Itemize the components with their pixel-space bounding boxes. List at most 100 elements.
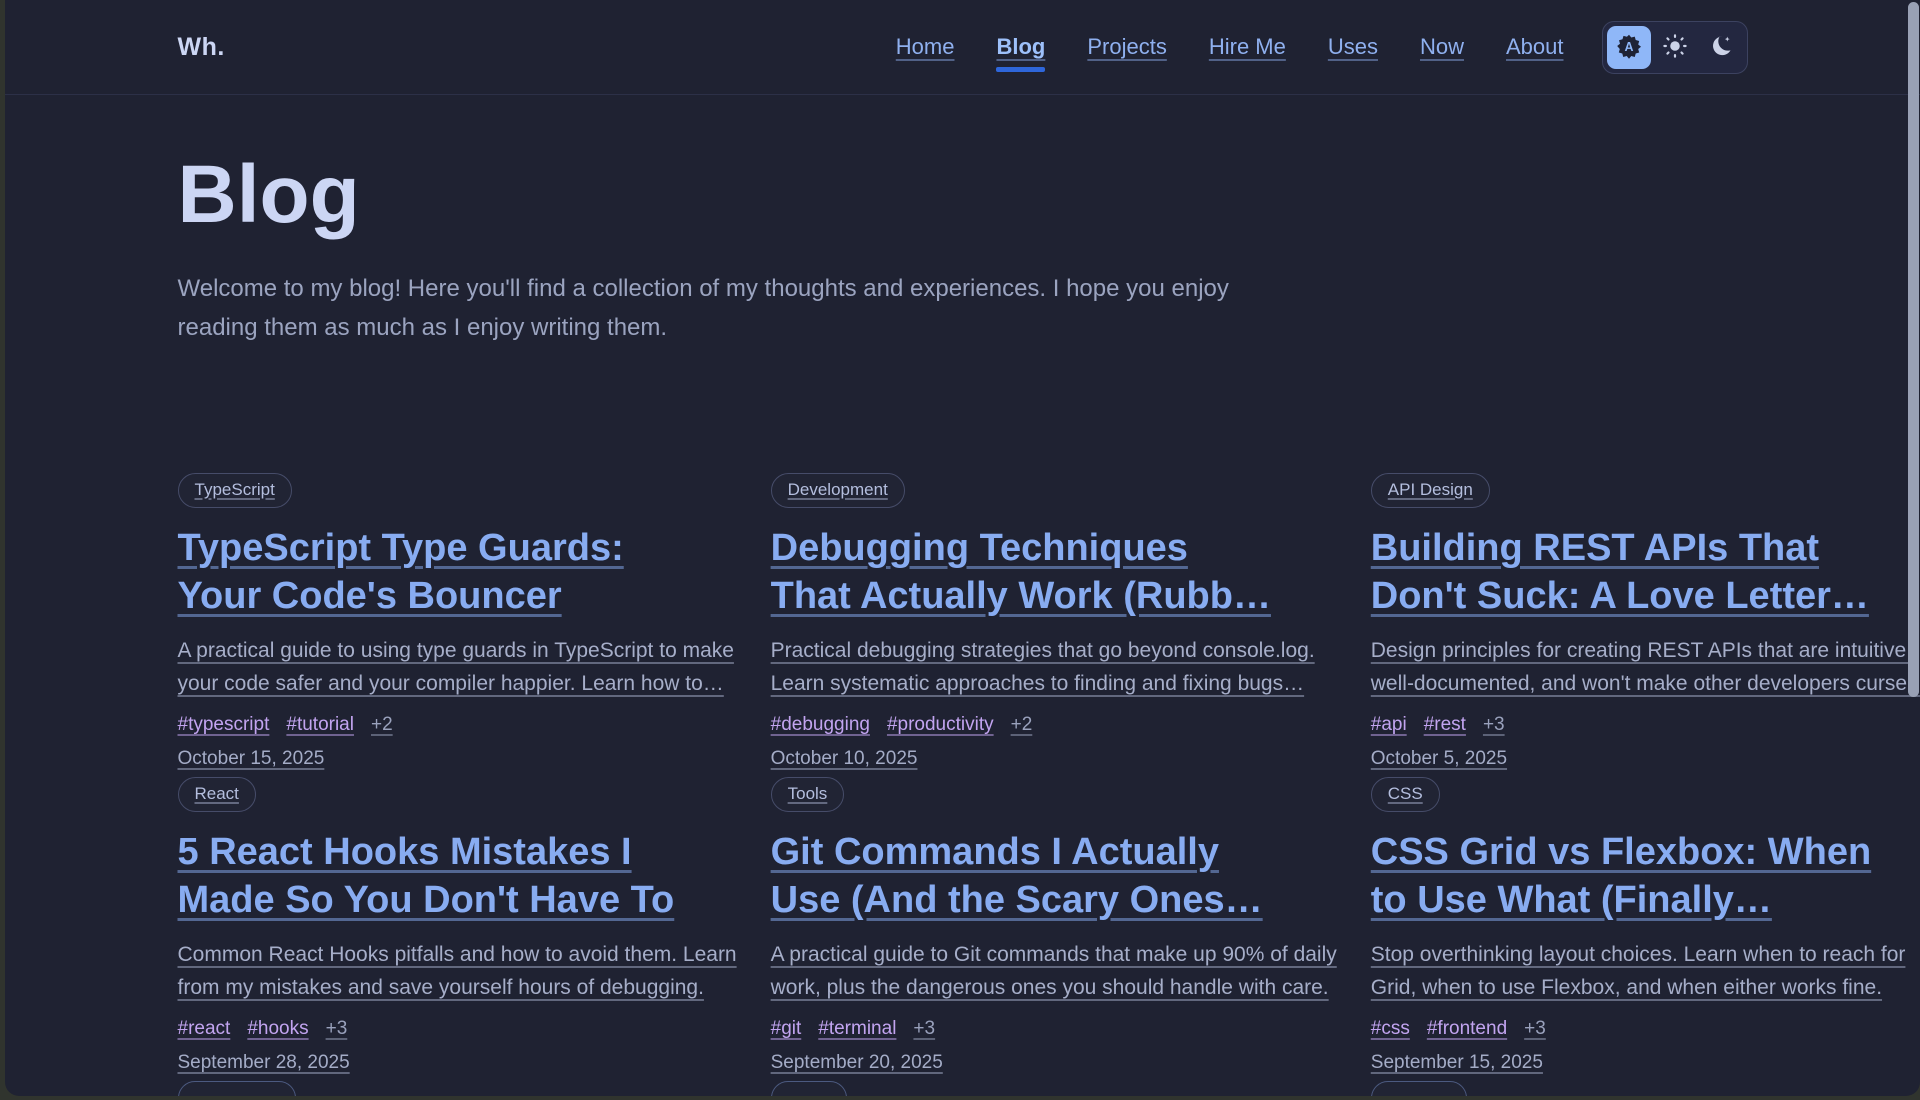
main-nav: Home Blog Projects Hire Me Uses Now Abou… <box>896 34 1564 60</box>
post-tag[interactable]: #git <box>771 1018 802 1040</box>
post-tag[interactable]: #frontend <box>1427 1018 1507 1040</box>
partial-category-badge[interactable] <box>1371 1081 1467 1096</box>
post-tags-more[interactable]: +3 <box>326 1018 348 1040</box>
post-description-line: Learn systematic approaches to finding a… <box>771 667 1337 700</box>
post-title[interactable]: Debugging Techniques That Actually Work … <box>771 524 1337 620</box>
post-title-line: Your Code's Bouncer <box>178 572 737 620</box>
post-tags: #css #frontend +3 <box>1371 1018 1920 1040</box>
post-title-line: Debugging Techniques <box>771 524 1337 572</box>
nav-link-about[interactable]: About <box>1506 34 1564 60</box>
post-tags: #api #rest +3 <box>1371 714 1920 736</box>
post-tag[interactable]: #tutorial <box>286 714 354 736</box>
post-description: A practical guide to Git commands that m… <box>771 938 1337 1004</box>
blog-post-card[interactable]: CSS CSS Grid vs Flexbox: When to Use Wha… <box>1371 777 1920 1074</box>
post-description: Stop overthinking layout choices. Learn … <box>1371 938 1920 1004</box>
nav-link-home[interactable]: Home <box>896 34 955 60</box>
post-tags: #debugging #productivity +2 <box>771 714 1337 736</box>
post-tags-more[interactable]: +2 <box>371 714 393 736</box>
main-content: Blog Welcome to my blog! Here you'll fin… <box>178 149 1748 1096</box>
intro-line-1: Welcome to my blog! Here you'll find a c… <box>178 275 1229 302</box>
post-title[interactable]: 5 React Hooks Mistakes I Made So You Don… <box>178 828 737 924</box>
post-category-badge[interactable]: API Design <box>1371 473 1490 508</box>
nav-link-hire-me[interactable]: Hire Me <box>1209 34 1286 60</box>
nav-link-blog[interactable]: Blog <box>996 34 1045 72</box>
post-title[interactable]: Git Commands I Actually Use (And the Sca… <box>771 828 1337 924</box>
active-nav-indicator <box>996 67 1045 72</box>
nav-link-label: Hire Me <box>1209 34 1286 59</box>
scrollbar[interactable] <box>1908 2 1919 697</box>
post-tags: #react #hooks +3 <box>178 1018 737 1040</box>
post-date: October 15, 2025 <box>178 748 737 770</box>
partial-category-badge[interactable] <box>178 1081 296 1096</box>
post-title-line: 5 React Hooks Mistakes I <box>178 828 737 876</box>
nav-link-label: Blog <box>996 34 1045 59</box>
post-tag[interactable]: #productivity <box>887 714 994 736</box>
post-title[interactable]: TypeScript Type Guards: Your Code's Boun… <box>178 524 737 620</box>
post-tags: #typescript #tutorial +2 <box>178 714 737 736</box>
post-tags: #git #terminal +3 <box>771 1018 1337 1040</box>
post-category-badge[interactable]: Tools <box>771 777 845 812</box>
nav-link-projects[interactable]: Projects <box>1087 34 1166 60</box>
post-tag[interactable]: #rest <box>1424 714 1466 736</box>
post-title[interactable]: CSS Grid vs Flexbox: When to Use What (F… <box>1371 828 1920 924</box>
post-category-badge[interactable]: TypeScript <box>178 473 292 508</box>
post-title-line: to Use What (Finally… <box>1371 876 1920 924</box>
blog-post-card[interactable]: React 5 React Hooks Mistakes I Made So Y… <box>178 777 737 1074</box>
post-date: September 28, 2025 <box>178 1052 737 1074</box>
post-title[interactable]: Building REST APIs That Don't Suck: A Lo… <box>1371 524 1920 620</box>
post-description-line: from my mistakes and save yourself hours… <box>178 971 737 1004</box>
auto-theme-icon: A <box>1616 33 1642 62</box>
blog-post-card[interactable]: TypeScript TypeScript Type Guards: Your … <box>178 473 737 770</box>
blog-post-card[interactable]: Tools Git Commands I Actually Use (And t… <box>771 777 1337 1074</box>
post-tag[interactable]: #api <box>1371 714 1407 736</box>
nav-link-uses[interactable]: Uses <box>1328 34 1378 60</box>
nav-link-label: About <box>1506 34 1564 59</box>
page-window: Wh. Home Blog Projects Hire Me Uses Now … <box>5 0 1920 1096</box>
nav-link-now[interactable]: Now <box>1420 34 1464 60</box>
post-description-line: A practical guide to using type guards i… <box>178 634 737 667</box>
svg-text:A: A <box>1624 39 1633 53</box>
post-title-line: That Actually Work (Rubb… <box>771 572 1337 620</box>
post-description: Practical debugging strategies that go b… <box>771 634 1337 700</box>
post-date: October 10, 2025 <box>771 748 1337 770</box>
theme-auto-button[interactable]: A <box>1607 26 1651 69</box>
theme-light-button[interactable] <box>1653 26 1697 69</box>
post-date: October 5, 2025 <box>1371 748 1920 770</box>
blog-post-card[interactable]: API Design Building REST APIs That Don't… <box>1371 473 1920 770</box>
moon-star-icon <box>1708 33 1734 62</box>
post-date: September 15, 2025 <box>1371 1052 1920 1074</box>
post-tag[interactable]: #debugging <box>771 714 870 736</box>
post-tag[interactable]: #typescript <box>178 714 270 736</box>
post-description-line: Grid, when to use Flexbox, and when eith… <box>1371 971 1920 1004</box>
post-description-line: Practical debugging strategies that go b… <box>771 634 1337 667</box>
blog-post-card[interactable]: Development Debugging Techniques That Ac… <box>771 473 1337 770</box>
nav-link-label: Now <box>1420 34 1464 59</box>
theme-dark-button[interactable] <box>1699 26 1743 69</box>
site-header: Wh. Home Blog Projects Hire Me Uses Now … <box>5 0 1920 95</box>
nav-link-label: Projects <box>1087 34 1166 59</box>
post-title-line: Use (And the Scary Ones… <box>771 876 1337 924</box>
post-category-badge[interactable]: CSS <box>1371 777 1440 812</box>
post-category-badge[interactable]: Development <box>771 473 905 508</box>
post-tags-more[interactable]: +3 <box>1524 1018 1546 1040</box>
post-category-badge[interactable]: React <box>178 777 256 812</box>
post-date: September 20, 2025 <box>771 1052 1337 1074</box>
post-tag[interactable]: #react <box>178 1018 231 1040</box>
post-tag[interactable]: #hooks <box>247 1018 308 1040</box>
post-description-line: well-documented, and won't make other de… <box>1371 667 1920 700</box>
intro-line-2: reading them as much as I enjoy writing … <box>178 314 668 341</box>
post-description-line: Stop overthinking layout choices. Learn … <box>1371 938 1920 971</box>
post-description-line: A practical guide to Git commands that m… <box>771 938 1337 971</box>
post-description-line: work, plus the dangerous ones you should… <box>771 971 1337 1004</box>
post-tag[interactable]: #css <box>1371 1018 1410 1040</box>
post-title-line: Git Commands I Actually <box>771 828 1337 876</box>
post-description-line: your code safer and your compiler happie… <box>178 667 737 700</box>
post-tags-more[interactable]: +3 <box>913 1018 935 1040</box>
post-tags-more[interactable]: +2 <box>1011 714 1033 736</box>
post-tag[interactable]: #terminal <box>818 1018 896 1040</box>
post-title-line: TypeScript Type Guards: <box>178 524 737 572</box>
site-logo[interactable]: Wh. <box>178 33 225 62</box>
blog-intro: Welcome to my blog! Here you'll find a c… <box>178 269 1748 347</box>
partial-category-badge[interactable] <box>771 1081 847 1096</box>
post-tags-more[interactable]: +3 <box>1483 714 1505 736</box>
